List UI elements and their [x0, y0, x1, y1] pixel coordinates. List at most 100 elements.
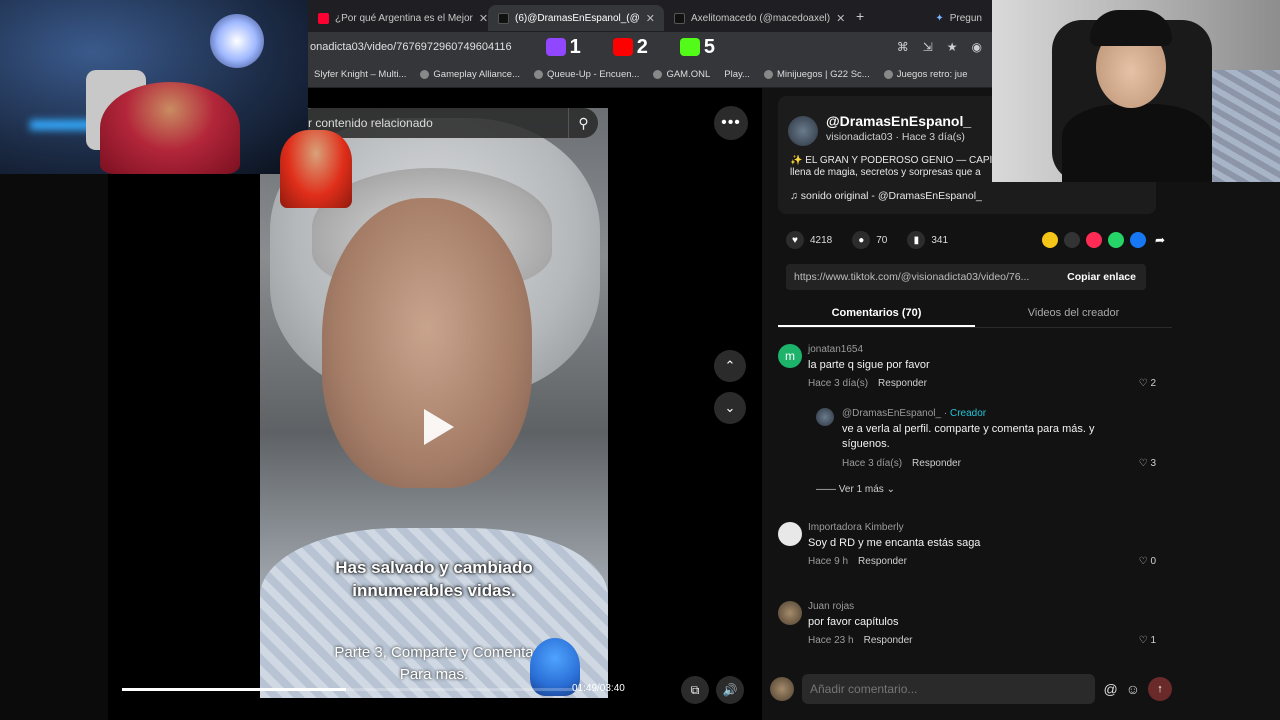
- avatar[interactable]: [816, 408, 834, 426]
- comment-user[interactable]: Importadora Kimberly: [808, 522, 904, 533]
- previous-video-button[interactable]: ⌃: [714, 350, 746, 382]
- tab-label: ¿Por qué Argentina es el Mejor: [335, 12, 473, 24]
- comment-button[interactable]: ● 70: [852, 231, 887, 249]
- bookmark-item[interactable]: Gameplay Alliance...: [420, 69, 520, 80]
- platform-counters: 1 2 5: [545, 35, 716, 59]
- send-comment-button[interactable]: ↑: [1148, 677, 1172, 701]
- comment-text: por favor capítulos: [808, 616, 899, 628]
- volume-button[interactable]: 🔊: [716, 676, 744, 704]
- comment-list: m jonatan1654 la parte q sigue por favor…: [778, 344, 1172, 660]
- tab-pregunta[interactable]: ✦ Pregun: [925, 5, 992, 31]
- new-tab-button[interactable]: +: [844, 8, 876, 24]
- comment-time: Hace 3 día(s): [808, 378, 869, 389]
- video-progress-bar[interactable]: [122, 688, 574, 691]
- save-button[interactable]: ▮ 341: [907, 231, 948, 249]
- creator-handle[interactable]: @DramasEnEspanol_: [826, 113, 971, 129]
- profile-icon[interactable]: ◉: [972, 40, 982, 54]
- diamond-light: [210, 14, 264, 68]
- picture-in-picture-button[interactable]: ⧉: [681, 676, 709, 704]
- comment-like[interactable]: ♡ 1: [1139, 635, 1156, 646]
- comment-user[interactable]: Juan rojas: [808, 601, 854, 612]
- tab-comments[interactable]: Comentarios (70): [778, 300, 975, 327]
- comment-input[interactable]: [802, 674, 1096, 704]
- star-icon[interactable]: ★: [947, 40, 958, 54]
- install-icon[interactable]: ⇲: [923, 40, 933, 54]
- tab-tiktok[interactable]: Axelitomacedo (@macedoaxel) ✕: [664, 5, 844, 31]
- youtube-count: 2: [636, 35, 648, 58]
- copy-link-box: https://www.tiktok.com/@visionadicta03/v…: [786, 264, 1146, 290]
- tab-tiktok-active[interactable]: (6)@DramasEnEspanol_(@ ✕: [488, 5, 664, 31]
- share-arrow-icon[interactable]: ➦: [1152, 232, 1168, 248]
- comment-like[interactable]: ♡ 2: [1139, 378, 1156, 389]
- reply-button[interactable]: Responder: [912, 458, 961, 469]
- embed-icon[interactable]: [1064, 232, 1080, 248]
- sticker-character: [280, 130, 352, 208]
- next-video-button[interactable]: ⌄: [714, 392, 746, 424]
- add-comment-bar: @ ☺ ↑: [770, 672, 1172, 706]
- bookmark-item[interactable]: GAM.ONL: [653, 69, 710, 80]
- play-button[interactable]: [412, 403, 460, 451]
- reply-button[interactable]: Responder: [858, 556, 907, 567]
- url-field[interactable]: onadicta03/video/7676972960749604116: [310, 41, 512, 53]
- close-icon[interactable]: ✕: [479, 12, 488, 25]
- avatar[interactable]: m: [778, 344, 802, 368]
- user-avatar: [770, 677, 794, 701]
- bookmarks-bar: Slyfer Knight – Multi... Gameplay Allian…: [308, 62, 992, 88]
- creator-avatar[interactable]: [788, 116, 818, 146]
- bookmark-item[interactable]: Slyfer Knight – Multi...: [314, 69, 406, 80]
- more-options-button[interactable]: •••: [714, 106, 748, 140]
- comment-time: Hace 9 h: [808, 556, 849, 567]
- comment-count: 70: [876, 234, 888, 246]
- twitch-icon: [545, 38, 566, 56]
- reply-button[interactable]: Responder: [878, 378, 927, 389]
- avatar[interactable]: [778, 522, 802, 546]
- kick-count: 5: [703, 35, 716, 58]
- comment-icon: ●: [852, 231, 871, 249]
- bookmark-item[interactable]: Queue-Up - Encuen...: [534, 69, 639, 80]
- related-search-bar[interactable]: r contenido relacionado ⚲: [298, 108, 598, 138]
- tab-label: (6)@DramasEnEspanol_(@: [515, 12, 640, 24]
- send-icon[interactable]: [1086, 232, 1102, 248]
- address-bar-actions: ⌘ ⇲ ★ ◉: [897, 40, 992, 54]
- like-button[interactable]: ♥ 4218: [786, 231, 832, 249]
- video-link[interactable]: https://www.tiktok.com/@visionadicta03/v…: [786, 271, 1057, 283]
- music-link[interactable]: ♫ sonido original - @DramasEnEspanol_: [790, 190, 982, 202]
- tab-youtube[interactable]: ¿Por qué Argentina es el Mejor ✕: [308, 5, 488, 31]
- coin-icon[interactable]: [1042, 232, 1058, 248]
- comment-text: ve a verla al perfil. comparte y comenta…: [842, 423, 1095, 450]
- streamer: [100, 82, 240, 174]
- site-icon: [763, 70, 773, 79]
- search-icon[interactable]: ⚲: [568, 108, 598, 138]
- mention-icon[interactable]: @: [1103, 681, 1117, 697]
- bookmark-item[interactable]: Minijuegos | G22 Sc...: [763, 69, 870, 80]
- share-options: ➦: [1042, 232, 1176, 248]
- close-icon[interactable]: ✕: [836, 12, 844, 25]
- bookmark-item[interactable]: Juegos retro: jue: [883, 69, 967, 80]
- video-pane: Has salvado y cambiado innumerables vida…: [108, 88, 762, 720]
- bookmark-item[interactable]: Play...: [724, 69, 750, 80]
- comment-like[interactable]: ♡ 0: [1139, 556, 1156, 567]
- whatsapp-icon[interactable]: [1108, 232, 1124, 248]
- view-more-replies[interactable]: —— Ver 1 más ⌄: [816, 484, 895, 495]
- emoji-icon[interactable]: ☺: [1126, 681, 1140, 697]
- save-count: 341: [931, 234, 949, 246]
- like-count: 4218: [810, 234, 833, 246]
- site-icon: [883, 70, 893, 79]
- tab-creator-videos[interactable]: Videos del creador: [975, 300, 1172, 327]
- kick-icon: [679, 38, 700, 56]
- facebook-icon[interactable]: [1130, 232, 1146, 248]
- comment-footer: Hace 3 día(s) Responder: [842, 458, 961, 469]
- avatar[interactable]: [778, 601, 802, 625]
- comment-time: Hace 23 h: [808, 635, 854, 646]
- screen: ¿Por qué Argentina es el Mejor ✕ (6)@Dra…: [0, 0, 1280, 720]
- reply-button[interactable]: Responder: [864, 635, 913, 646]
- close-icon[interactable]: ✕: [646, 12, 655, 25]
- comment-user[interactable]: jonatan1654: [808, 344, 863, 355]
- copy-link-button[interactable]: Copiar enlace: [1057, 271, 1146, 283]
- translate-icon[interactable]: ⌘: [897, 40, 909, 54]
- site-icon: [653, 70, 663, 79]
- comment-time: Hace 3 día(s): [842, 458, 903, 469]
- tiktok-icon: [674, 12, 685, 24]
- engagement-bar: ♥ 4218 ● 70 ▮ 341 ➦: [786, 228, 1176, 252]
- comment-like[interactable]: ♡ 3: [1139, 458, 1156, 469]
